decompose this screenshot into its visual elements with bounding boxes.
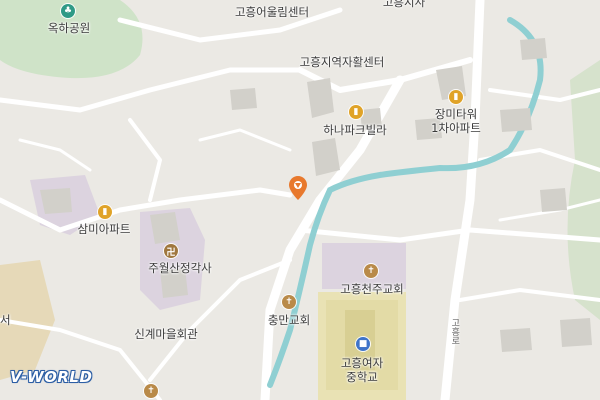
church-icon[interactable]: ✝	[282, 295, 296, 309]
green-area-east	[567, 60, 600, 320]
vworld-logo: V-WORLD	[10, 368, 93, 386]
park-icon[interactable]: ♣	[61, 4, 75, 18]
apartment-icon[interactable]: ▮	[349, 105, 363, 119]
church-icon[interactable]: ✝	[364, 264, 378, 278]
place-label-okha-park: 옥하공원	[47, 21, 91, 35]
church-icon[interactable]: ✝	[144, 384, 158, 398]
place-label-goheung-eoullim: 고흥어울림센터	[234, 5, 310, 19]
place-label-goheung-girls-ms: 고흥여자 중학교	[340, 356, 384, 385]
temple-icon[interactable]: 卍	[164, 244, 178, 258]
road-label: 고흥로	[449, 318, 460, 345]
place-label-chungman-church: 충만교회	[267, 313, 311, 327]
place-label-edge: 서	[0, 313, 11, 327]
school-icon[interactable]: ■	[356, 337, 370, 351]
place-label-goheung-jiyeok: 고흥지역자활센터	[299, 55, 385, 69]
place-label-juwolsan: 주월산정각사	[148, 261, 212, 275]
place-label-hana-park-villa: 하나파크빌라	[323, 123, 387, 137]
place-label-goheung-catholic: 고흥천주교회	[340, 282, 404, 296]
place-label-sammi-apt: 삼미아파트	[77, 222, 131, 236]
apartment-icon[interactable]: ▮	[98, 205, 112, 219]
place-label-jangmi-tower: 장미타워 1차아파트	[431, 107, 481, 136]
apartment-icon[interactable]: ▮	[449, 90, 463, 104]
place-label-goheung-jisa: 고흥지사	[382, 0, 426, 9]
location-marker-icon[interactable]	[289, 176, 307, 200]
place-label-singye-hall: 신계마을회관	[134, 327, 198, 341]
